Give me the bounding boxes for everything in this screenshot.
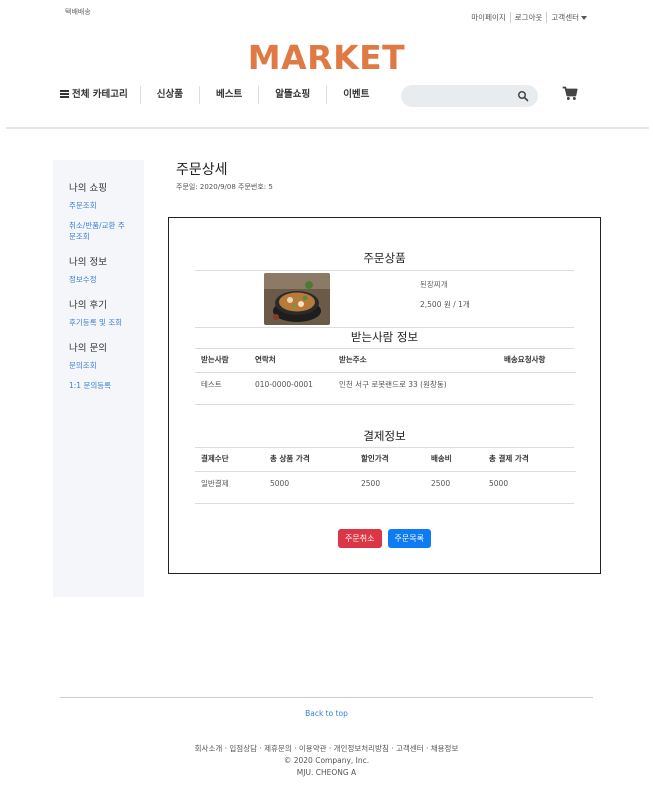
footer-credit: MJU. CHEONG A <box>296 768 357 777</box>
product-price-qty: 2,500 원 / 1개 <box>420 300 470 309</box>
sidebar-heading: 나의 후기 <box>69 300 107 311</box>
recipient-section-title: 받는사람 정보 <box>350 330 419 344</box>
top-links: 마이페이지 로그아웃 고객센터 <box>467 12 591 23</box>
sidebar-item-inquiry-lookup[interactable]: 문의조회 <box>69 360 144 371</box>
section-divider <box>195 270 574 271</box>
table-header-row: 결제수단 총 상품 가격 할인가격 배송비 총 결제 가격 <box>195 447 576 472</box>
table-row: 테스트 010-0000-0001 인천 서구 로봇랜드로 33 (원창동) <box>195 372 576 396</box>
cart-icon[interactable] <box>562 86 578 101</box>
recipient-table: 받는사람 연락처 받는주소 배송요청사항 테스트 010-0000-0001 인… <box>195 348 576 396</box>
product-name[interactable]: 된장찌개 <box>420 279 448 290</box>
sidebar-group-info: 나의 정보 정보수정 <box>69 254 144 285</box>
nav-all-categories[interactable]: 전체 카테고리 <box>60 86 140 104</box>
column-header: 총 상품 가격 <box>264 447 355 472</box>
column-header: 할인가격 <box>355 447 425 472</box>
page-title: 주문상세 <box>176 162 228 178</box>
column-header: 받는주소 <box>333 348 498 373</box>
table-row: 일반결제 5000 2500 2500 5000 <box>195 471 576 495</box>
hamburger-icon <box>60 90 69 98</box>
nav-bargain[interactable]: 알뜰쇼핑 <box>258 86 326 104</box>
table-cell <box>498 372 576 396</box>
nav-event[interactable]: 이벤트 <box>326 86 385 104</box>
chevron-down-icon <box>581 16 587 20</box>
logo[interactable]: MARKET <box>0 38 653 77</box>
table-cell: 일반결제 <box>201 478 229 488</box>
nav-all-categories-label: 전체 카테고리 <box>72 89 128 100</box>
payment-section-title: 결제정보 <box>363 429 406 443</box>
main-nav: 전체 카테고리 신상품 베스트 알뜰쇼핑 이벤트 <box>60 86 385 104</box>
column-header: 배송비 <box>425 447 483 472</box>
shipping-label: 택배배송 <box>65 8 91 16</box>
sidebar-group-shopping: 나의 쇼핑 주문조회 취소/반품/교환 주문조회 <box>69 180 144 242</box>
column-header: 결제수단 <box>195 447 264 472</box>
footer-links[interactable]: 회사소개 · 입점상담 · 제휴문의 · 이용약관 · 개인정보처리방침 · 고… <box>0 743 653 754</box>
sidebar: 나의 쇼핑 주문조회 취소/반품/교환 주문조회 나의 정보 정보수정 나의 후… <box>53 160 144 597</box>
order-detail-panel: 주문상품 된장찌개 2,500 원 / 1개 받는사람 정보 받는사람 연락처 … <box>168 217 601 574</box>
table-cell: 2500 <box>361 478 381 488</box>
section-divider <box>195 503 574 504</box>
customer-center-link[interactable]: 고객센터 <box>546 12 591 23</box>
section-divider <box>195 404 574 405</box>
order-meta: 주문일: 2020/9/08 주문번호: 5 <box>176 183 273 191</box>
table-header-row: 받는사람 연락처 받는주소 배송요청사항 <box>195 348 576 373</box>
customer-center-label: 고객센터 <box>551 13 579 22</box>
section-divider <box>195 327 574 328</box>
search-input[interactable] <box>411 86 521 109</box>
mypage-link[interactable]: 마이페이지 <box>467 12 510 23</box>
sidebar-item-cancel-return[interactable]: 취소/반품/교환 주문조회 <box>69 220 127 242</box>
nav-new[interactable]: 신상품 <box>139 86 199 104</box>
sidebar-group-review: 나의 후기 후기등록 및 조회 <box>69 297 144 328</box>
nav-best[interactable]: 베스트 <box>198 86 258 104</box>
sidebar-group-inquiry: 나의 문의 문의조회 1:1 문의등록 <box>69 340 144 391</box>
cancel-order-button[interactable]: 주문취소 <box>338 529 382 548</box>
action-buttons: 주문취소 주문목록 <box>169 529 600 548</box>
sidebar-heading: 나의 쇼핑 <box>69 183 107 194</box>
sidebar-item-order-lookup[interactable]: 주문조회 <box>69 200 144 211</box>
product-image[interactable] <box>264 273 330 325</box>
payment-table: 결제수단 총 상품 가격 할인가격 배송비 총 결제 가격 일반결제 5000 … <box>195 447 576 495</box>
column-header: 배송요청사항 <box>498 348 576 373</box>
sidebar-item-inquiry-register[interactable]: 1:1 문의등록 <box>69 380 144 391</box>
search-bar <box>401 85 538 109</box>
header-divider <box>6 127 649 129</box>
table-cell: 5000 <box>489 478 509 488</box>
product-section-title: 주문상품 <box>363 251 406 265</box>
search-icon[interactable] <box>517 90 529 102</box>
table-cell: 010-0000-0001 <box>255 379 313 389</box>
table-cell: 인천 서구 로봇랜드로 33 (원창동) <box>339 379 447 389</box>
column-header: 총 결제 가격 <box>483 447 576 472</box>
table-cell: 테스트 <box>201 379 222 389</box>
table-cell: 2500 <box>431 478 451 488</box>
sidebar-heading: 나의 정보 <box>69 257 107 268</box>
column-header: 연락처 <box>249 348 333 373</box>
sidebar-item-reviews[interactable]: 후기등록 및 조회 <box>69 317 144 328</box>
footer-divider <box>60 697 593 698</box>
back-to-top-link[interactable]: Back to top <box>0 709 653 718</box>
table-cell: 5000 <box>270 478 290 488</box>
column-header: 받는사람 <box>195 348 249 373</box>
footer-copyright: © 2020 Company, Inc. <box>283 756 370 765</box>
sidebar-heading: 나의 문의 <box>69 343 107 354</box>
logout-link[interactable]: 로그아웃 <box>509 12 547 23</box>
order-list-button[interactable]: 주문목록 <box>387 529 431 548</box>
sidebar-item-edit-info[interactable]: 정보수정 <box>69 274 144 285</box>
